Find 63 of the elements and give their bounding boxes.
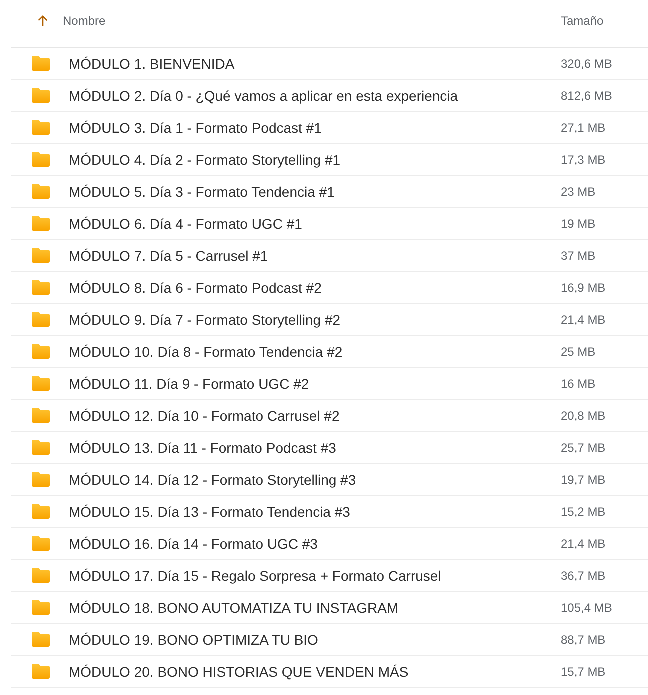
folder-name[interactable]: MÓDULO 1. BIENVENIDA xyxy=(69,56,561,72)
column-header[interactable]: Nombre xyxy=(63,14,106,28)
folder-icon xyxy=(32,216,50,231)
folder-name[interactable]: MÓDULO 18. BONO AUTOMATIZA TU INSTAGRAM xyxy=(69,600,561,616)
folder-icon xyxy=(32,664,50,679)
folder-name[interactable]: MÓDULO 13. Día 11 - Formato Podcast #3 xyxy=(69,440,561,456)
folder-icon xyxy=(32,568,50,583)
folder-icon xyxy=(32,344,50,359)
folder-name[interactable]: MÓDULO 12. Día 10 - Formato Carrusel #2 xyxy=(69,408,561,424)
folder-name[interactable]: MÓDULO 8. Día 6 - Formato Podcast #2 xyxy=(69,280,561,296)
folder-icon xyxy=(32,408,50,423)
folder-icon xyxy=(32,120,50,135)
folder-name[interactable]: MÓDULO 9. Día 7 - Formato Storytelling #2 xyxy=(69,312,561,328)
folder-icon xyxy=(32,248,50,263)
file-size: 15,7 MB xyxy=(561,664,607,678)
folder-name[interactable]: MÓDULO 15. Día 13 - Formato Tendencia #3 xyxy=(69,504,561,520)
file-size: 19 MB xyxy=(561,216,597,230)
file-size: 23 MB xyxy=(561,184,597,198)
folder-icon xyxy=(32,312,50,327)
folder-name[interactable]: MÓDULO 4. Día 2 - Formato Storytelling #1 xyxy=(69,152,561,168)
folder-name[interactable]: MÓDULO 2. Día 0 - ¿Qué vamos a aplicar en esta experiencia xyxy=(69,88,561,104)
column-header[interactable]: Tamaño xyxy=(561,14,604,28)
folder-name[interactable]: MÓDULO 6. Día 4 - Formato UGC #1 xyxy=(69,216,561,232)
folder-name[interactable]: MÓDULO 19. BONO OPTIMIZA TU BIO xyxy=(69,632,561,648)
folder-icon xyxy=(32,152,50,167)
file-size: 320,6 MB xyxy=(561,56,614,70)
file-size: 21,4 MB xyxy=(561,312,607,326)
folder-icon xyxy=(32,504,50,519)
file-size: 105,4 MB xyxy=(561,600,614,614)
file-size: 812,6 MB xyxy=(561,88,614,102)
file-size: 36,7 MB xyxy=(561,568,607,582)
folder-icon xyxy=(32,632,50,647)
file-size: 19,7 MB xyxy=(561,472,607,486)
file-size: 25 MB xyxy=(561,344,597,358)
file-size: 27,1 MB xyxy=(561,120,607,134)
file-size: 37 MB xyxy=(561,248,597,262)
folder-name[interactable]: MÓDULO 20. BONO HISTORIAS QUE VENDEN MÁS xyxy=(69,664,561,680)
folder-icon xyxy=(32,56,50,71)
file-size: 88,7 MB xyxy=(561,632,607,646)
folder-name[interactable]: MÓDULO 16. Día 14 - Formato UGC #3 xyxy=(69,536,561,552)
file-size: 25,7 MB xyxy=(561,440,607,454)
folder-name[interactable]: MÓDULO 3. Día 1 - Formato Podcast #1 xyxy=(69,120,561,136)
folder-icon xyxy=(32,440,50,455)
folder-icon xyxy=(32,184,50,199)
folder-icon xyxy=(32,536,50,551)
folder-name[interactable]: MÓDULO 14. Día 12 - Formato Storytelling #3 xyxy=(69,472,561,488)
folder-icon xyxy=(32,472,50,487)
file-size: 16,9 MB xyxy=(561,280,607,294)
sort-up-arrow-icon[interactable] xyxy=(37,15,49,27)
folder-name[interactable]: MÓDULO 10. Día 8 - Formato Tendencia #2 xyxy=(69,344,561,360)
folder-icon xyxy=(32,280,50,295)
file-size: 17,3 MB xyxy=(561,152,607,166)
folder-icon xyxy=(32,376,50,391)
file-size: 15,2 MB xyxy=(561,504,607,518)
folder-icon xyxy=(32,88,50,103)
file-size: 16 MB xyxy=(561,376,597,390)
folder-icon xyxy=(32,600,50,615)
folder-name[interactable]: MÓDULO 7. Día 5 - Carrusel #1 xyxy=(69,248,561,264)
file-size: 20,8 MB xyxy=(561,408,607,422)
file-size: 21,4 MB xyxy=(561,536,607,550)
folder-name[interactable]: MÓDULO 17. Día 15 - Regalo Sorpresa + Formato Carrusel xyxy=(69,568,561,584)
folder-name[interactable]: MÓDULO 5. Día 3 - Formato Tendencia #1 xyxy=(69,184,561,200)
folder-name[interactable]: MÓDULO 11. Día 9 - Formato UGC #2 xyxy=(69,376,561,392)
